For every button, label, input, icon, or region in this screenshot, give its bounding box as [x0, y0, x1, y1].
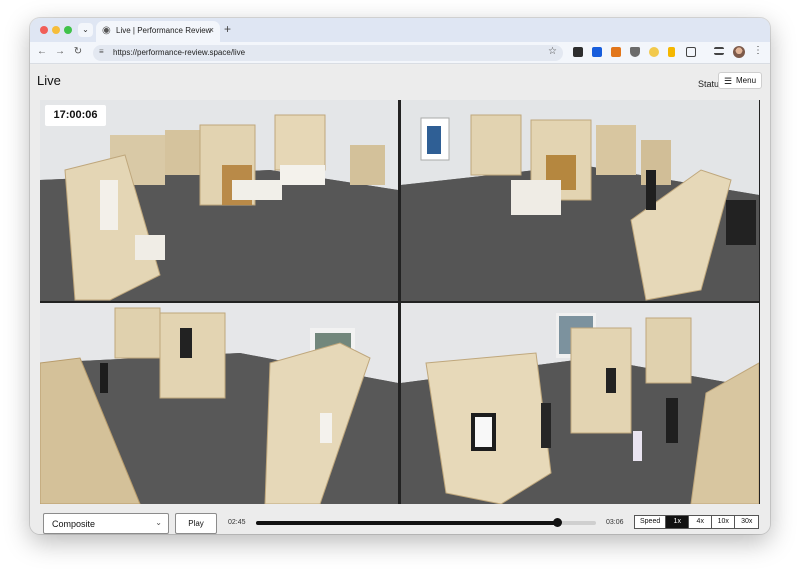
puzzle-square-icon[interactable] [573, 47, 583, 57]
new-tab-button[interactable]: + [224, 22, 231, 36]
page-content: Live Statu ☰ Menu 17:00:06 Composite ⌄ P… [30, 65, 770, 534]
speed-label: Speed [635, 516, 667, 528]
speed-option-1x[interactable]: 1x [666, 516, 690, 528]
current-time: 02:45 [228, 519, 246, 526]
playback-controls: Composite ⌄ Play 02:45 03:06 Speed 1x 4x… [30, 512, 770, 534]
speed-selector: Speed 1x 4x 10x 30x [634, 515, 760, 529]
status-label: Statu [698, 79, 720, 89]
bitwarden-icon[interactable] [592, 47, 602, 57]
timestamp-overlay: 17:00:06 [45, 105, 106, 126]
camera-2-image [401, 100, 759, 301]
play-button[interactable]: Play [175, 513, 217, 534]
emoji-icon[interactable] [649, 47, 659, 57]
camera-feed-1[interactable]: 17:00:06 [40, 100, 398, 301]
menu-label: Menu [736, 76, 757, 85]
globe-icon: ◉ [102, 25, 111, 36]
address-bar[interactable]: ≡ https://performance-review.space/live … [93, 45, 563, 61]
camera-feed-2[interactable] [401, 100, 759, 301]
camera-feed-3[interactable] [40, 303, 398, 504]
camera-1-image [40, 100, 398, 301]
extensions-icon[interactable] [686, 47, 696, 57]
browser-toolbar: ← → ↻ ≡ https://performance-review.space… [30, 42, 770, 64]
metamask-fox-icon[interactable] [611, 47, 621, 57]
progress-fill [256, 521, 557, 525]
back-arrow-icon[interactable]: ← [36, 46, 48, 57]
camera-feed-4[interactable] [401, 303, 759, 504]
speed-option-10x[interactable]: 10x [712, 516, 736, 528]
tab-title: Live | Performance Review [116, 26, 212, 35]
url-text[interactable]: https://performance-review.space/live [113, 48, 245, 57]
profile-avatar[interactable] [733, 46, 745, 58]
tab-search-button[interactable]: ⌄ [78, 23, 93, 37]
progress-track[interactable] [256, 518, 596, 527]
site-info-icon[interactable]: ≡ [99, 47, 104, 56]
tab-live[interactable]: ◉ Live | Performance Review × [96, 21, 220, 42]
page-title: Live [37, 73, 61, 88]
chevron-down-icon: ⌄ [155, 518, 162, 527]
close-window-button[interactable] [40, 26, 48, 34]
end-time: 03:06 [606, 519, 624, 526]
video-composite[interactable]: 17:00:06 [40, 100, 760, 504]
hamburger-icon: ☰ [724, 76, 733, 86]
highlighter-icon[interactable] [668, 47, 675, 57]
close-tab-icon[interactable]: × [209, 25, 214, 35]
shield-icon[interactable] [630, 47, 640, 57]
tab-strip: ⌄ ◉ Live | Performance Review × + [30, 18, 770, 42]
reload-icon[interactable]: ↻ [72, 46, 84, 57]
browser-window: ⌄ ◉ Live | Performance Review × + ← → ↻ … [30, 18, 770, 534]
progress-thumb[interactable] [552, 518, 562, 527]
speed-option-30x[interactable]: 30x [735, 516, 758, 528]
view-mode-value: Composite [52, 519, 96, 529]
menu-button[interactable]: ☰ Menu [718, 72, 762, 89]
camera-4-image [401, 303, 759, 504]
speed-option-4x[interactable]: 4x [689, 516, 713, 528]
view-mode-select[interactable]: Composite ⌄ [43, 513, 169, 534]
camera-3-image [40, 303, 398, 504]
browser-menu-icon[interactable]: ⋮ [753, 45, 763, 56]
maximize-window-button[interactable] [64, 26, 72, 34]
minimize-window-button[interactable] [52, 26, 60, 34]
forward-arrow-icon[interactable]: → [54, 46, 66, 57]
media-queue-icon[interactable] [714, 47, 724, 55]
bookmark-star-icon[interactable]: ☆ [548, 46, 557, 57]
